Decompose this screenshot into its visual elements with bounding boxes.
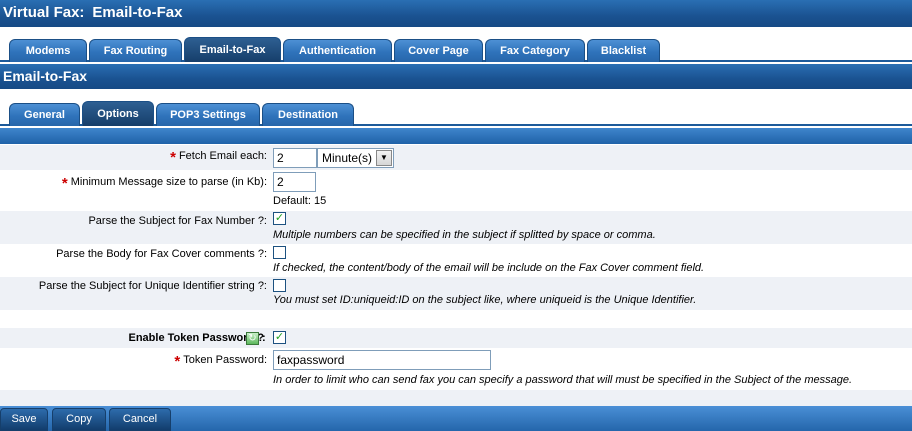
enable-token-row: Enable Token Password ? ↻ : ✓ — [0, 328, 912, 348]
token-password-input[interactable] — [273, 350, 491, 370]
spacer-row — [0, 310, 912, 328]
tab-options[interactable]: Options — [82, 101, 154, 126]
required-icon: * — [170, 149, 176, 166]
parse-body-row: Parse the Body for Fax Cover comments ?:… — [0, 244, 912, 277]
token-password-label: * Token Password: — [174, 353, 267, 370]
parse-subject-checkbox[interactable]: ✓ — [273, 212, 286, 225]
fetch-unit-value: Minute(s) — [322, 151, 373, 165]
min-size-default: Default: 15 — [273, 195, 327, 207]
options-header-band — [0, 128, 912, 144]
required-icon: * — [174, 353, 181, 370]
parse-body-checkbox[interactable] — [273, 246, 286, 259]
tab-fax-category[interactable]: Fax Category — [485, 39, 585, 62]
fetch-email-label: * Fetch Email each: — [170, 149, 267, 166]
parse-subject-help: Multiple numbers can be specified in the… — [273, 229, 656, 241]
tab-destination[interactable]: Destination — [262, 103, 354, 126]
section-title: Email-to-Fax — [0, 64, 912, 89]
parse-body-label: Parse the Body for Fax Cover comments ?: — [56, 248, 267, 260]
token-password-help: In order to limit who can send fax you c… — [273, 374, 853, 386]
parse-uid-row: Parse the Subject for Unique Identifier … — [0, 277, 912, 310]
copy-button[interactable]: Copy — [52, 408, 106, 431]
tab-blacklist[interactable]: Blacklist — [587, 39, 660, 62]
parse-uid-label: Parse the Subject for Unique Identifier … — [38, 280, 267, 292]
tab-email-to-fax[interactable]: Email-to-Fax — [184, 37, 281, 62]
spacer-row — [0, 390, 912, 406]
tab-general[interactable]: General — [9, 103, 80, 126]
min-size-row: * Minimum Message size to parse (in Kb): … — [0, 170, 912, 212]
enable-token-label: Enable Token Password ? — [128, 332, 265, 344]
enable-token-checkbox[interactable]: ✓ — [273, 331, 286, 344]
parse-uid-checkbox[interactable] — [273, 279, 286, 292]
required-icon: * — [61, 175, 68, 192]
page-title: Email-to-Fax — [92, 4, 183, 21]
main-tabs: Modems Fax Routing Email-to-Fax Authenti… — [0, 36, 912, 62]
tab-modems[interactable]: Modems — [9, 39, 87, 62]
tab-authentication[interactable]: Authentication — [283, 39, 392, 62]
sub-tabs: General Options POP3 Settings Destinatio… — [0, 100, 912, 126]
enable-token-colon: : — [262, 332, 266, 344]
refresh-icon[interactable]: ↻ — [246, 332, 259, 345]
tab-pop3-settings[interactable]: POP3 Settings — [156, 103, 260, 126]
tab-fax-routing[interactable]: Fax Routing — [89, 39, 182, 62]
window-title-bar: Virtual Fax: Email-to-Fax — [0, 0, 912, 27]
chevron-down-icon: ▼ — [376, 150, 392, 166]
token-password-row: *Token Password: In order to limit who c… — [0, 348, 912, 390]
min-size-input[interactable] — [273, 172, 316, 192]
parse-subject-row: Parse the Subject for Fax Number ?: ✓ Mu… — [0, 211, 912, 244]
app-name: Virtual Fax: — [3, 4, 85, 21]
parse-uid-help: You must set ID:uniqueid:ID on the subje… — [273, 294, 697, 306]
action-bar: Save Copy Cancel — [0, 406, 912, 431]
min-size-label: * Minimum Message size to parse (in Kb): — [61, 175, 267, 192]
tab-cover-page[interactable]: Cover Page — [394, 39, 483, 62]
parse-body-help: If checked, the content/body of the emai… — [273, 262, 705, 274]
fetch-email-row: *Fetch Email each: Minute(s) ▼ — [0, 145, 912, 170]
fetch-interval-input[interactable] — [273, 148, 317, 168]
parse-subject-label: Parse the Subject for Fax Number ?: — [88, 215, 267, 227]
fetch-unit-select[interactable]: Minute(s) ▼ — [317, 148, 394, 168]
save-button[interactable]: Save — [0, 408, 48, 431]
cancel-button[interactable]: Cancel — [109, 408, 171, 431]
